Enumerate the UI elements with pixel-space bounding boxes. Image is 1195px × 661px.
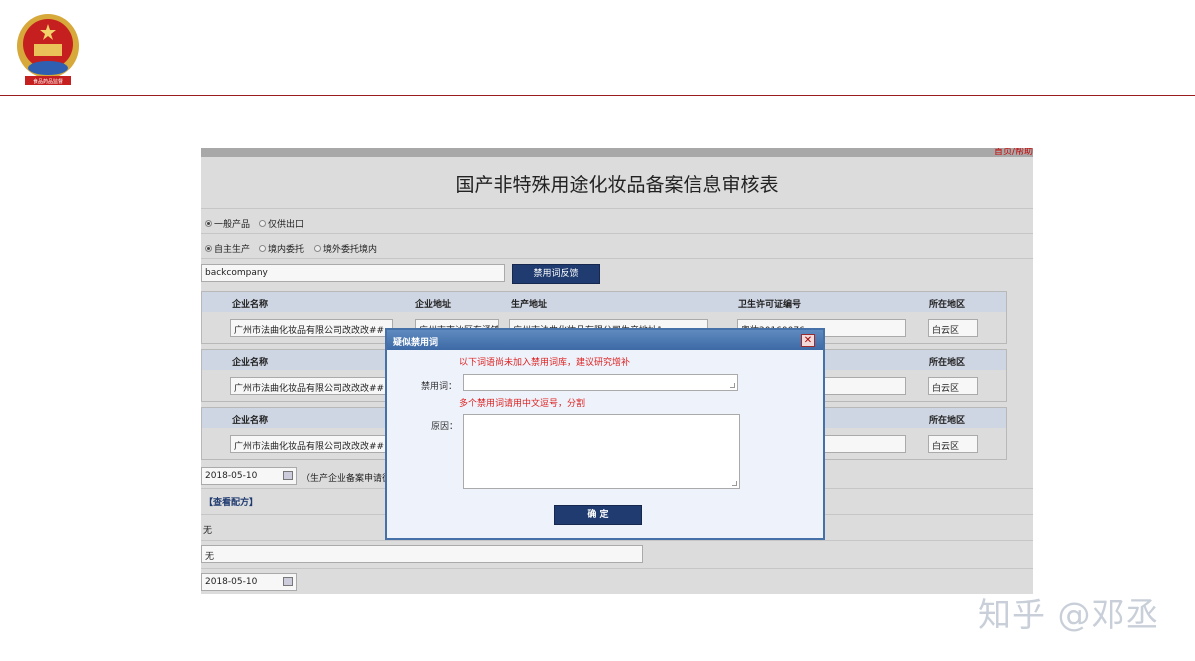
corner-link[interactable]: 首页/帮助 bbox=[994, 148, 1033, 157]
svg-text:食品药品监督: 食品药品监督 bbox=[33, 78, 63, 85]
radio-label: 一般产品 bbox=[214, 220, 251, 230]
reason-textarea[interactable] bbox=[463, 414, 740, 489]
dialog-note-mid: 多个禁用词请用中文逗号，分割 bbox=[459, 399, 586, 409]
confirm-button[interactable]: 确 定 bbox=[554, 505, 642, 525]
dialog-note-top: 以下词语尚未加入禁用词库，建议研究增补 bbox=[459, 358, 631, 368]
date-field-1[interactable]: 2018-05-10 bbox=[201, 467, 297, 485]
radio-general-product[interactable]: 一般产品 bbox=[205, 217, 250, 230]
none-field-2[interactable]: 无 bbox=[201, 545, 643, 563]
header-company-name: 企业名称 bbox=[232, 416, 269, 426]
top-banner: 食品药品监督 bbox=[0, 0, 1195, 96]
divider bbox=[201, 540, 1033, 541]
frame-top-bar bbox=[201, 148, 1033, 157]
region-input[interactable]: 白云区 bbox=[928, 435, 978, 453]
header-region: 所在地区 bbox=[929, 358, 966, 368]
region-input[interactable]: 白云区 bbox=[928, 377, 978, 395]
radio-dot[interactable] bbox=[205, 220, 212, 227]
radio-label: 仅供出口 bbox=[268, 220, 305, 230]
header-company-address: 企业地址 bbox=[415, 300, 452, 310]
header-company-name: 企业名称 bbox=[232, 300, 269, 310]
header-license-no: 卫生许可证编号 bbox=[738, 300, 802, 310]
close-icon[interactable]: ✕ bbox=[801, 334, 815, 347]
header-region: 所在地区 bbox=[929, 416, 966, 426]
header-production-address: 生产地址 bbox=[511, 300, 548, 310]
date-value: 2018-05-10 bbox=[205, 471, 258, 481]
dialog-title: 疑似禁用词 bbox=[393, 338, 439, 348]
view-formula-link[interactable]: 【查看配方】 bbox=[204, 495, 258, 508]
reason-label: 原因： bbox=[431, 422, 459, 432]
banned-word-feedback-button[interactable]: 禁用词反馈 bbox=[512, 264, 600, 284]
radio-dot[interactable] bbox=[205, 245, 212, 252]
divider bbox=[201, 258, 1033, 259]
date-value: 2018-05-10 bbox=[205, 577, 258, 587]
radio-dot[interactable] bbox=[259, 220, 266, 227]
none-value-1: 无 bbox=[203, 526, 213, 536]
header-region: 所在地区 bbox=[929, 300, 966, 310]
calendar-icon[interactable] bbox=[283, 471, 293, 480]
radio-label: 自主生产 bbox=[214, 245, 251, 255]
dialog-header: 疑似禁用词 ✕ bbox=[387, 330, 823, 350]
radio-export-only[interactable]: 仅供出口 bbox=[259, 217, 304, 230]
divider bbox=[201, 568, 1033, 569]
region-input[interactable]: 白云区 bbox=[928, 319, 978, 337]
radio-overseas-entrust[interactable]: 境外委托境内 bbox=[314, 242, 377, 255]
calendar-icon[interactable] bbox=[283, 577, 293, 586]
company-name-input[interactable]: 广州市法曲化妆品有限公司改改改## bbox=[230, 319, 393, 337]
banned-word-label: 禁用词： bbox=[421, 382, 458, 392]
page-title: 国产非特殊用途化妆品备案信息审核表 bbox=[455, 174, 779, 196]
divider bbox=[201, 208, 1033, 209]
company-field[interactable]: backcompany bbox=[201, 264, 505, 282]
radio-label: 境内委托 bbox=[268, 245, 305, 255]
date-field-2[interactable]: 2018-05-10 bbox=[201, 573, 297, 591]
radio-self-production[interactable]: 自主生产 bbox=[205, 242, 250, 255]
banned-word-input[interactable] bbox=[463, 374, 738, 391]
radio-domestic-entrust[interactable]: 境内委托 bbox=[259, 242, 304, 255]
date-note: （生产企业备案申请彼 bbox=[301, 474, 392, 484]
national-emblem-icon: 食品药品监督 bbox=[17, 14, 79, 85]
company-name-input[interactable]: 广州市法曲化妆品有限公司改改改## bbox=[230, 435, 393, 453]
table-header: 企业名称 企业地址 生产地址 卫生许可证编号 所在地区 bbox=[202, 292, 1006, 312]
divider bbox=[201, 233, 1033, 234]
header-company-name: 企业名称 bbox=[232, 358, 269, 368]
company-name-input[interactable]: 广州市法曲化妆品有限公司改改改## bbox=[230, 377, 393, 395]
radio-dot[interactable] bbox=[314, 245, 321, 252]
radio-dot[interactable] bbox=[259, 245, 266, 252]
radio-label: 境外委托境内 bbox=[323, 245, 378, 255]
suspected-banned-word-dialog: 疑似禁用词 ✕ 以下词语尚未加入禁用词库，建议研究增补 禁用词： 多个禁用词请用… bbox=[385, 328, 825, 540]
zhihu-watermark: 知乎 @邓丞 bbox=[978, 595, 1160, 634]
